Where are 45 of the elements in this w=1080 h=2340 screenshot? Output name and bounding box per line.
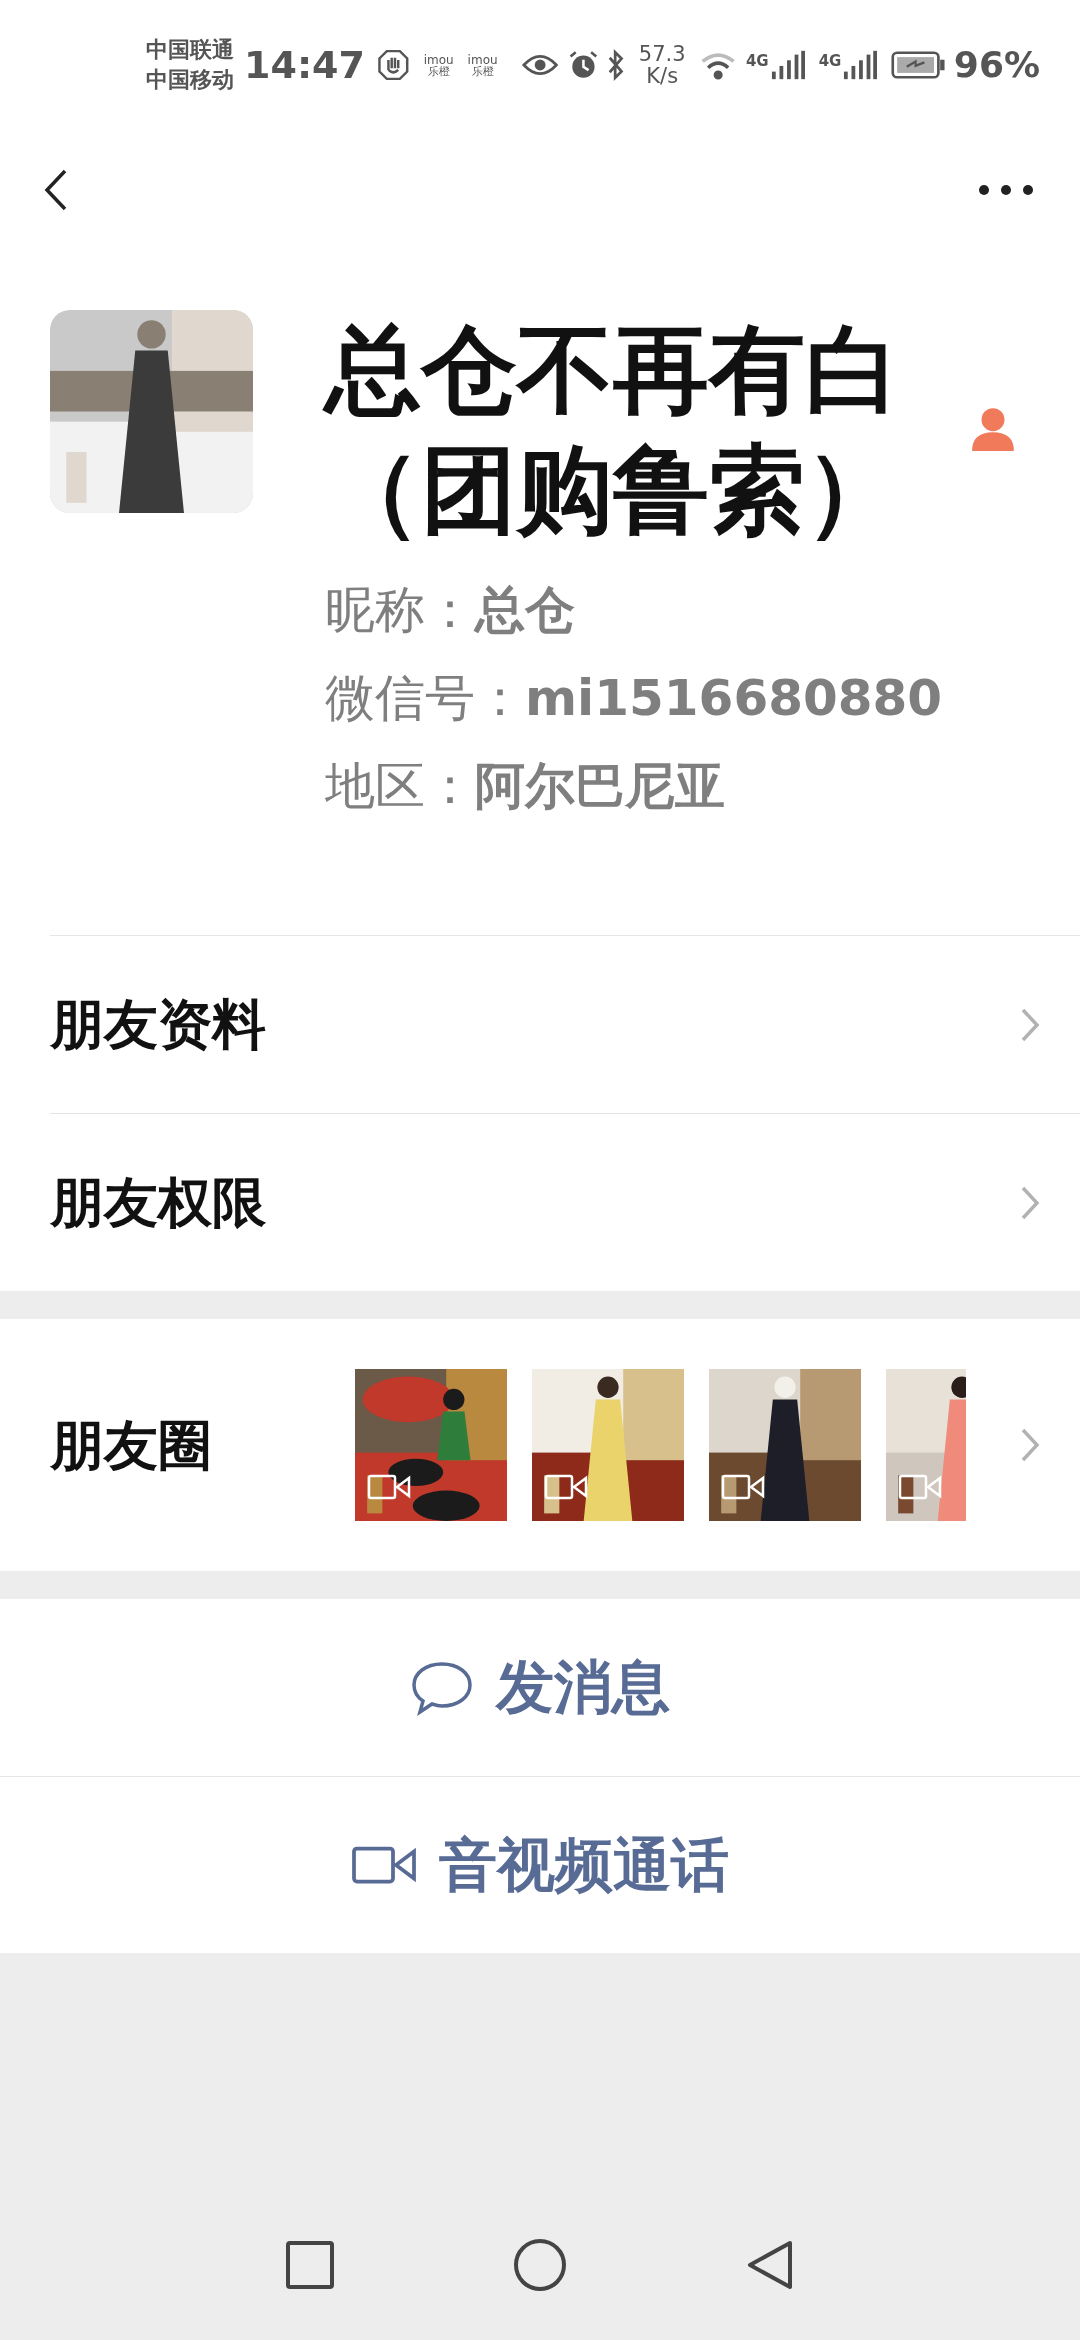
field-value: 总仓	[475, 579, 575, 641]
net-speed-value: 57.3	[638, 43, 686, 65]
network-type: 4G	[745, 51, 769, 72]
field-label: 昵称：	[325, 579, 475, 641]
chevron-right-icon	[1020, 1006, 1040, 1043]
carrier-name: 中国移动	[146, 66, 234, 94]
more-icon	[976, 184, 1036, 196]
menu-item[interactable]: 朋友权限	[50, 1162, 266, 1243]
back-nav-button[interactable]	[746, 2239, 794, 2291]
chevron-right-icon	[1020, 1184, 1040, 1221]
field-label: 地区：	[325, 755, 475, 817]
signal-icon	[770, 50, 805, 80]
clock-time: 14:47	[244, 41, 365, 89]
carrier-name: 中国联通	[146, 36, 234, 64]
network-type: 4G	[818, 51, 842, 72]
triangle-back-icon	[746, 2239, 794, 2291]
bluetooth-icon	[606, 48, 625, 82]
video-camera-icon	[367, 1473, 411, 1501]
field-label: 微信号：	[325, 667, 525, 729]
video-camera-icon	[721, 1473, 765, 1501]
moments-label[interactable]: 朋友圈	[50, 1404, 355, 1486]
app-badge-sub: 乐橙	[471, 65, 494, 77]
battery-percent: 96%	[953, 43, 1040, 87]
video-camera-icon	[351, 1844, 417, 1886]
menu-item[interactable]: 朋友资料	[50, 984, 266, 1065]
action-button[interactable]: 音视频通话	[351, 1821, 729, 1909]
app-badge-brand: imou	[467, 53, 498, 66]
app-badge-brand: imou	[423, 53, 454, 66]
net-speed-unit: K/s	[646, 65, 679, 87]
signal-icon	[843, 50, 878, 80]
field-value: mi1516680880	[525, 667, 943, 729]
recent-apps-button[interactable]	[286, 2241, 334, 2289]
hand-icon	[376, 47, 410, 83]
video-camera-icon	[544, 1473, 588, 1501]
chevron-left-icon	[44, 168, 68, 212]
battery-icon	[891, 49, 946, 81]
chat-bubble-icon	[410, 1659, 474, 1716]
person-icon	[970, 405, 1016, 451]
video-camera-icon	[898, 1473, 942, 1501]
home-button[interactable]	[514, 2239, 566, 2291]
app-badge-sub: 乐橙	[427, 65, 450, 77]
field-value: 阿尔巴尼亚	[475, 755, 725, 817]
action-button[interactable]: 发消息	[410, 1644, 670, 1731]
chevron-right-icon	[1020, 1427, 1040, 1463]
eye-icon	[521, 52, 558, 78]
